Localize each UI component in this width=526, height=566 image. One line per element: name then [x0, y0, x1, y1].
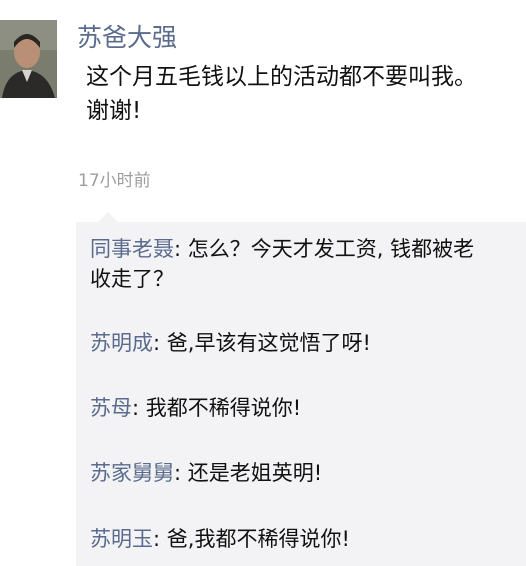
comment-text: 爸,我都不稀得说你! — [166, 527, 350, 551]
comment-text: 收走了？ — [90, 267, 174, 291]
post-text: 这个月五毛钱以上的活动都不要叫我。 谢谢! — [86, 60, 526, 128]
comment-author[interactable]: 苏母 — [90, 396, 132, 420]
comment-text: 怎么？今天才发工资, 钱都被老 — [187, 237, 475, 261]
comment-item[interactable]: 苏家舅舅: 还是老姐英明! — [90, 458, 526, 488]
post-timestamp: 17小时前 — [78, 171, 151, 191]
comment-separator: : — [132, 396, 146, 420]
comment-author[interactable]: 苏家舅舅 — [90, 461, 174, 485]
comment-separator: : — [174, 461, 188, 485]
post-text-line: 谢谢! — [86, 98, 142, 124]
post-text-line: 这个月五毛钱以上的活动都不要叫我。 — [86, 64, 477, 90]
comment-item[interactable]: 苏明成: 爸,早该有这觉悟了呀! — [90, 328, 526, 358]
comment-author[interactable]: 同事老聂 — [90, 237, 174, 261]
comment-text: 还是老姐英明! — [187, 461, 323, 485]
comment-item[interactable]: 苏母: 我都不稀得说你! — [90, 393, 526, 423]
comment-separator: : — [153, 527, 167, 551]
comment-author[interactable]: 苏明成 — [90, 331, 153, 355]
comment-author[interactable]: 苏明玉 — [90, 527, 153, 551]
comments-panel: 同事老聂: 怎么？今天才发工资, 钱都被老 收走了？ 苏明成: 爸,早该有这觉悟… — [76, 212, 526, 566]
comment-separator: : — [174, 237, 188, 261]
comment-text: 我都不稀得说你! — [145, 396, 302, 420]
comment-item[interactable]: 同事老聂: 怎么？今天才发工资, 钱都被老 收走了？ — [90, 234, 526, 294]
comment-text: 爸,早该有这觉悟了呀! — [166, 331, 371, 355]
avatar[interactable] — [0, 20, 57, 98]
post-author-name[interactable]: 苏爸大强 — [77, 22, 177, 54]
comment-separator: : — [153, 331, 167, 355]
avatar-portrait-icon — [0, 20, 57, 98]
comment-item[interactable]: 苏明玉: 爸,我都不稀得说你! — [90, 524, 526, 554]
